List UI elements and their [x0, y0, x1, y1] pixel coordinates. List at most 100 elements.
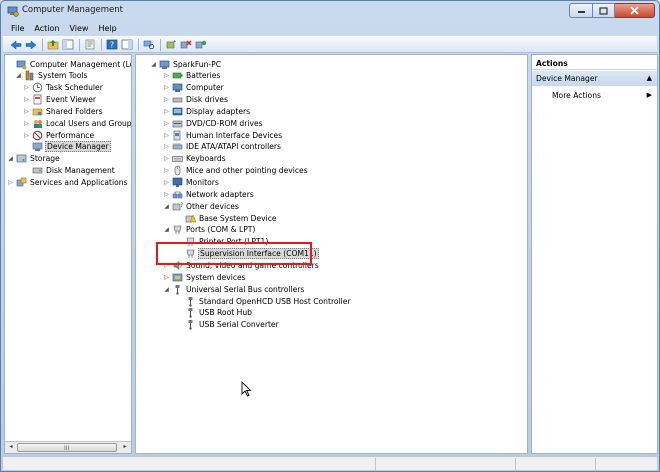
collapsed-arrow-icon[interactable]: ▷ [163, 107, 170, 115]
nav-item-device-manager[interactable]: Device Manager [23, 141, 111, 153]
nav-item-shared-folders[interactable]: ▷ Shared Folders [23, 105, 104, 117]
collapsed-arrow-icon[interactable]: ▷ [23, 119, 30, 127]
keyboard-icon [172, 153, 183, 164]
up-folder-button[interactable] [46, 38, 59, 51]
collapsed-arrow-icon[interactable]: ▷ [7, 179, 14, 187]
device-node-mice-and-other-pointing-devices[interactable]: ▷ Mice and other pointing devices [163, 165, 309, 177]
collapsed-arrow-icon[interactable]: ▷ [163, 96, 170, 104]
expanded-arrow-icon[interactable]: ◢ [15, 72, 22, 80]
device-node-human-interface-devices[interactable]: ▷ Human Interface Devices [163, 129, 283, 141]
usb-icon [185, 296, 196, 307]
device-node-ports-com-lpt[interactable]: ◢ Ports (COM & LPT) [163, 224, 256, 236]
device-node-display-adapters[interactable]: ▷ Display adapters [163, 105, 251, 117]
back-button[interactable] [9, 38, 22, 51]
computer-management-window: Computer Management File Action View Hel… [0, 0, 660, 472]
menu-help[interactable]: Help [98, 24, 116, 33]
nav-item-services-and-applications[interactable]: ▷ Services and Applications [7, 177, 129, 189]
scan-hardware-button[interactable] [142, 38, 155, 51]
nav-item-disk-management[interactable]: Disk Management [23, 165, 116, 177]
collapsed-arrow-icon[interactable]: ▷ [163, 167, 170, 175]
close-button[interactable] [615, 3, 655, 18]
device-node-keyboards[interactable]: ▷ Keyboards [163, 153, 227, 165]
device-node-system-devices[interactable]: ▷ System devices [163, 271, 247, 283]
collapsed-arrow-icon[interactable]: ▷ [23, 131, 30, 139]
collapsed-arrow-icon[interactable]: ▷ [163, 84, 170, 92]
device-node-other-devices[interactable]: ◢? Other devices [163, 200, 240, 212]
tree-item-label: DVD/CD-ROM drives [186, 118, 263, 128]
device-node-batteries[interactable]: ▷ Batteries [163, 70, 221, 82]
nav-item-task-scheduler[interactable]: ▷ Task Scheduler [23, 82, 104, 94]
action-pane-button[interactable] [120, 38, 133, 51]
collapsed-arrow-icon[interactable]: ▷ [163, 72, 170, 80]
no-expander [176, 214, 183, 222]
menu-action[interactable]: Action [34, 24, 59, 33]
expanded-arrow-icon[interactable]: ◢ [163, 202, 170, 210]
device-tree-pane[interactable]: ◢ SparkFun-PC ▷ Batteries ▷ Computer ▷ Disk dri… [135, 54, 528, 454]
actions-section-device-manager[interactable]: Device Manager ▲ [532, 71, 657, 86]
device-node-base-system-device[interactable]: Base System Device [176, 212, 278, 224]
expanded-arrow-icon[interactable]: ◢ [7, 155, 14, 163]
minimize-button[interactable] [569, 3, 593, 18]
scroll-right-icon[interactable]: ▸ [120, 443, 130, 452]
device-node-disk-drives[interactable]: ▷ Disk drives [163, 94, 229, 106]
expanded-arrow-icon[interactable]: ◢ [150, 60, 157, 68]
device-node-computer[interactable]: ▷ Computer [163, 82, 225, 94]
actions-pane: Actions Device Manager ▲ More Actions ▶ [531, 54, 658, 454]
nav-item-performance[interactable]: ▷ Performance [23, 129, 95, 141]
console-tree-pane[interactable]: Computer Management (Local◢System Tools▷… [4, 54, 132, 454]
device-node-standard-openhcd-usb-host-controller[interactable]: Standard OpenHCD USB Host Controller [176, 295, 352, 307]
scroll-thumb[interactable]: III [17, 443, 117, 452]
menu-view[interactable]: View [69, 24, 88, 33]
device-node-monitors[interactable]: ▷ Monitors [163, 177, 220, 189]
tree-item-label: System devices [186, 272, 246, 282]
menu-file[interactable]: File [11, 24, 24, 33]
collapsed-arrow-icon[interactable]: ▷ [163, 273, 170, 281]
tools-icon [24, 70, 35, 81]
device-node-network-adapters[interactable]: ▷ Network adapters [163, 188, 255, 200]
horizontal-scrollbar[interactable]: ◂ III ▸ [5, 441, 131, 453]
collapsed-arrow-icon[interactable]: ▷ [163, 119, 170, 127]
forward-button[interactable] [24, 38, 37, 51]
device-node-usb-serial-converter[interactable]: USB Serial Converter [176, 319, 280, 331]
nav-item-local-users-and-groups[interactable]: ▷ Local Users and Groups [23, 117, 131, 129]
collapse-up-icon[interactable]: ▲ [647, 74, 652, 82]
mouse-icon [172, 165, 183, 176]
device-node-sparkfun-pc[interactable]: ◢ SparkFun-PC [150, 58, 222, 70]
toolbar-separator [42, 38, 43, 51]
device-node-dvd-cd-rom-drives[interactable]: ▷ DVD/CD-ROM drives [163, 117, 264, 129]
device-node-universal-serial-bus-controllers[interactable]: ◢ Universal Serial Bus controllers [163, 283, 305, 295]
nav-item-system-tools[interactable]: ◢ System Tools [15, 70, 88, 82]
collapsed-arrow-icon[interactable]: ▷ [163, 179, 170, 187]
collapsed-arrow-icon[interactable]: ▷ [23, 84, 30, 92]
scroll-left-icon[interactable]: ◂ [6, 443, 16, 452]
expanded-arrow-icon[interactable]: ◢ [163, 285, 170, 293]
tree-item-label: USB Root Hub [199, 308, 252, 318]
collapsed-arrow-icon[interactable]: ▷ [23, 107, 30, 115]
maximize-button[interactable] [593, 3, 615, 18]
nav-item-computer-management-local[interactable]: Computer Management (Local [7, 58, 131, 70]
title-bar[interactable]: Computer Management [1, 1, 659, 21]
collapsed-arrow-icon[interactable]: ▷ [23, 96, 30, 104]
collapsed-arrow-icon[interactable]: ▷ [163, 190, 170, 198]
device-node-usb-root-hub[interactable]: USB Root Hub [176, 307, 253, 319]
no-expander [176, 321, 183, 329]
update-driver-button[interactable] [164, 38, 177, 51]
collapsed-arrow-icon[interactable]: ▷ [163, 143, 170, 151]
more-actions-item[interactable]: More Actions ▶ [552, 91, 652, 100]
actions-section-label: Device Manager [536, 74, 598, 83]
services-icon [16, 177, 27, 188]
help-button[interactable]: ? [105, 38, 118, 51]
uninstall-device-button[interactable] [179, 38, 192, 51]
expanded-arrow-icon[interactable]: ◢ [163, 226, 170, 234]
collapsed-arrow-icon[interactable]: ▷ [163, 155, 170, 163]
enable-device-button[interactable] [194, 38, 207, 51]
properties-button[interactable] [83, 38, 96, 51]
nav-item-event-viewer[interactable]: ▷ Event Viewer [23, 94, 97, 106]
clock-icon [32, 82, 43, 93]
computer-icon [159, 59, 170, 70]
device-node-ide-ata-atapi-controllers[interactable]: ▷ IDE ATA/ATAPI controllers [163, 141, 282, 153]
tree-item-label: Disk drives [186, 95, 228, 105]
nav-item-storage[interactable]: ◢ Storage [7, 153, 61, 165]
show-hide-tree-button[interactable] [61, 38, 74, 51]
collapsed-arrow-icon[interactable]: ▷ [163, 131, 170, 139]
